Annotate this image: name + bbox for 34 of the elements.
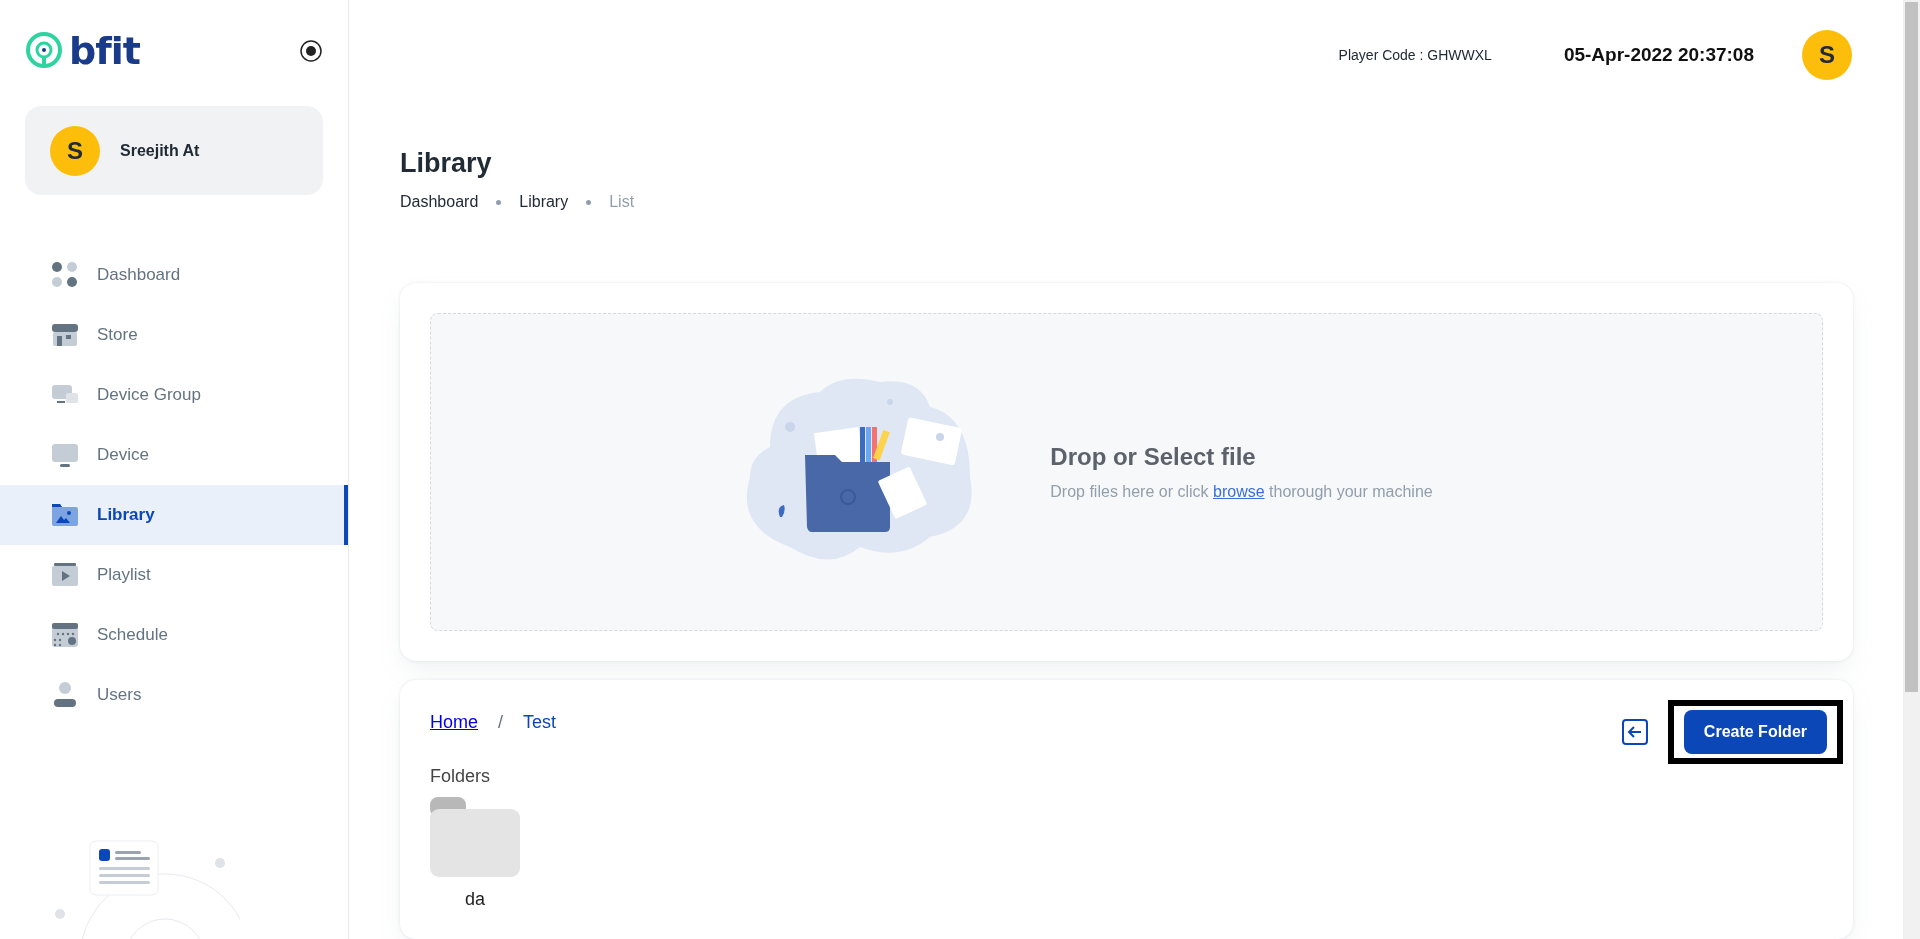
folder-name: da — [465, 889, 485, 910]
user-name: Sreejith At — [120, 141, 200, 160]
path-link[interactable]: Test — [523, 712, 557, 733]
user-avatar: S — [50, 125, 100, 176]
drop-title: Drop or Select file — [1050, 443, 1257, 471]
breadcrumb-item[interactable]: Dashboard — [400, 193, 479, 211]
breadcrumb-item[interactable]: Library — [519, 193, 569, 211]
drop-zone[interactable]: Drop or Select file Drop files here or click browse thorough your machine — [430, 313, 1823, 631]
sidebar-item[interactable]: Store — [0, 305, 348, 365]
scrollbar[interactable] — [1903, 0, 1920, 939]
sidebar-item[interactable]: Dashboard — [0, 245, 348, 305]
player-code: Player Code : GHWWXL — [1338, 47, 1492, 63]
page-title: Library — [400, 148, 493, 179]
sidebar-item[interactable]: Users — [0, 665, 348, 725]
breadcrumb-item: List — [609, 193, 635, 211]
drop-instructions: Drop files here or click browse thorough your machine — [1050, 483, 1433, 501]
sidebar-item[interactable]: Library — [0, 485, 348, 545]
radio-icon[interactable] — [299, 39, 323, 63]
logo-text: bfit — [69, 29, 140, 73]
folders-heading: Folders — [430, 766, 492, 787]
path-link[interactable]: Home — [430, 712, 478, 733]
sidebar-item[interactable]: Playlist — [0, 545, 348, 605]
user-card[interactable]: S Sreejith At — [25, 106, 323, 195]
date-time: 05-Apr-2022 20:37:08 — [1563, 44, 1754, 66]
logo-mark-icon — [25, 31, 65, 71]
sidebar-item[interactable]: Schedule — [0, 605, 348, 665]
path-separator: / — [498, 712, 504, 733]
sidebar-item[interactable]: Device Group — [0, 365, 348, 425]
browse-link[interactable]: browse — [1213, 483, 1265, 500]
dots-grid-icon — [50, 260, 80, 290]
sidebar-item[interactable]: Device — [0, 425, 348, 485]
create-folder-button[interactable]: Create Folder — [1683, 710, 1827, 754]
account-avatar[interactable]: S — [1802, 30, 1852, 80]
calendar-icon — [50, 620, 80, 650]
